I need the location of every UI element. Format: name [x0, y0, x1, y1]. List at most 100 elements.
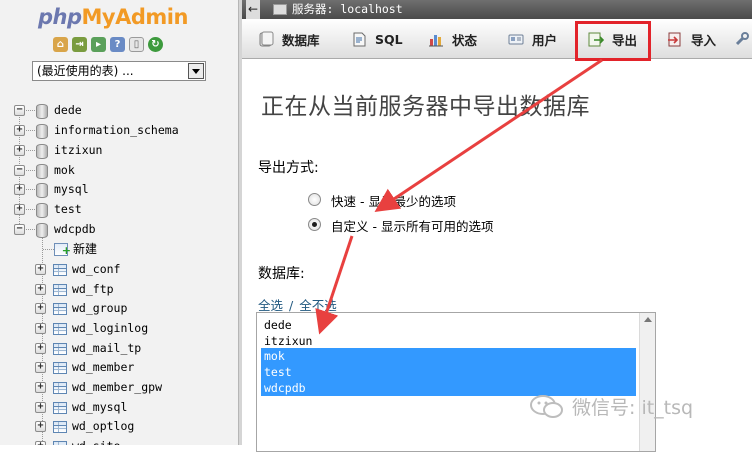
expand-icon[interactable]: + — [35, 441, 46, 445]
radio-custom-label[interactable]: 自定义 - 显示所有可用的选项 — [331, 216, 493, 235]
expand-icon[interactable]: + — [35, 323, 46, 334]
tab-import[interactable]: 导入 — [667, 19, 716, 59]
tab-users[interactable]: 用户 — [508, 19, 557, 59]
expand-icon[interactable]: + — [35, 264, 46, 275]
tab-sql[interactable]: SQL — [351, 19, 403, 59]
tree-table-row[interactable]: + wd_member_gpw — [0, 378, 238, 397]
logout-icon[interactable]: ⇥ — [72, 37, 87, 52]
tree-db-label: mysql — [54, 182, 89, 196]
tree-table-label: wd_group — [72, 301, 128, 315]
tree-db-wdcpdb[interactable]: − wdcpdb — [0, 220, 238, 239]
expand-icon[interactable]: + — [35, 402, 46, 413]
tree-table-label: wd_mysql — [72, 400, 128, 414]
tree-db-mysql[interactable]: + mysql — [0, 180, 238, 199]
radio-quick-label[interactable]: 快速 - 显示最少的选项 — [331, 191, 456, 210]
scroll-up-icon[interactable] — [644, 317, 652, 322]
expand-icon[interactable]: + — [35, 382, 46, 393]
recent-tables-select[interactable]: (最近使用的表) ... — [32, 61, 206, 81]
expand-icon[interactable]: + — [35, 343, 46, 354]
tree-db-label: information_schema — [54, 123, 179, 137]
database-icon — [35, 203, 48, 218]
list-item[interactable]: mok — [261, 348, 636, 364]
tree-table-label: wd_loginlog — [72, 321, 149, 335]
tab-more[interactable] — [734, 19, 752, 59]
list-item[interactable]: itzixun — [261, 333, 636, 349]
table-icon — [53, 402, 67, 414]
tree-db-label: test — [54, 202, 82, 216]
tree-table-row[interactable]: + wd_ftp — [0, 280, 238, 299]
phpmyadmin-logo[interactable]: phpMyAdmin — [38, 4, 188, 30]
back-arrow-icon[interactable]: ← — [246, 0, 260, 19]
tab-export[interactable]: 导出 — [588, 19, 637, 59]
tree-table-row[interactable]: + wd_mysql — [0, 398, 238, 417]
database-section-title: 数据库: — [258, 266, 305, 282]
tree-db-dede[interactable]: − dede — [0, 101, 238, 120]
docs-icon[interactable]: ? — [110, 37, 125, 52]
export-icon — [588, 31, 605, 47]
expand-icon[interactable]: + — [14, 204, 25, 215]
tree-table-label: wd_site — [72, 437, 120, 445]
collapse-icon[interactable]: − — [14, 105, 25, 116]
tab-label: 导出 — [612, 32, 638, 48]
tab-status[interactable]: 状态 — [428, 19, 477, 59]
sql-icon — [351, 31, 367, 47]
expand-icon[interactable]: + — [35, 421, 46, 432]
tab-databases[interactable]: 数据库 — [258, 19, 320, 59]
home-icon[interactable]: ⌂ — [53, 37, 68, 52]
tree-db-test[interactable]: + test — [0, 200, 238, 219]
tree-table-label: wd_optlog — [72, 419, 135, 433]
info-icon[interactable]: ▯ — [129, 37, 144, 52]
database-multiselect[interactable]: dede itzixun mok test wdcpdb — [256, 312, 656, 452]
tree-connector — [26, 229, 35, 230]
tree-table-row[interactable]: + wd_site — [0, 437, 238, 445]
main-tabs: 数据库 SQL 状态 用户 导出 导入 — [242, 19, 752, 59]
tree-table-row[interactable]: + wd_loginlog — [0, 319, 238, 338]
radio-quick[interactable] — [308, 193, 321, 206]
tree-connector — [43, 249, 54, 250]
import-icon — [667, 31, 683, 47]
select-all-link[interactable]: 全选 — [258, 298, 283, 313]
table-icon — [53, 284, 67, 296]
tree-table-row[interactable]: + wd_group — [0, 299, 238, 318]
table-icon — [53, 362, 67, 374]
database-icon — [35, 223, 48, 238]
navigation-panel: phpMyAdmin ⌂ ⇥ ▸ ? ▯ ↻ (最近使用的表) ... − de… — [0, 0, 238, 445]
list-scrollbar[interactable] — [639, 313, 655, 451]
query-window-icon[interactable]: ▸ — [91, 37, 106, 52]
collapse-icon[interactable]: − — [14, 224, 25, 235]
tree-table-row[interactable]: + wd_member — [0, 358, 238, 377]
tree-table-row[interactable]: + wd_conf — [0, 260, 238, 279]
tab-label: SQL — [375, 31, 403, 47]
tab-label: 用户 — [532, 32, 558, 48]
expand-icon[interactable]: + — [35, 303, 46, 314]
select-none-link[interactable]: 全不选 — [299, 298, 337, 313]
reload-icon[interactable]: ↻ — [148, 37, 163, 52]
collapse-icon[interactable]: − — [14, 165, 25, 176]
list-item[interactable]: dede — [261, 317, 636, 333]
expand-icon[interactable]: + — [14, 125, 25, 136]
server-label[interactable]: 服务器: localhost — [292, 0, 403, 19]
list-item[interactable]: test — [261, 364, 636, 380]
tree-table-row[interactable]: + wd_mail_tp — [0, 339, 238, 358]
tree-db-label: dede — [54, 103, 82, 117]
expand-icon[interactable]: + — [14, 184, 25, 195]
tree-db-label: mok — [54, 163, 75, 177]
tree-db-information-schema[interactable]: + information_schema — [0, 121, 238, 140]
tree-db-mok[interactable]: − mok — [0, 161, 238, 180]
expand-icon[interactable]: + — [35, 362, 46, 373]
tree-new-table[interactable]: 新建 — [0, 240, 238, 260]
tree-table-row[interactable]: + wd_optlog — [0, 417, 238, 436]
tree-connector — [26, 130, 35, 131]
chevron-down-icon[interactable] — [188, 63, 204, 79]
page-title: 正在从当前服务器中导出数据库 — [261, 94, 590, 120]
tree-db-itzixun[interactable]: + itzixun — [0, 141, 238, 160]
panel-divider[interactable] — [238, 0, 242, 445]
tree-connector — [26, 209, 35, 210]
expand-icon[interactable]: + — [35, 284, 46, 295]
wrench-icon — [734, 31, 750, 47]
database-icon — [35, 104, 48, 119]
expand-icon[interactable]: + — [14, 145, 25, 156]
radio-custom[interactable] — [308, 218, 321, 231]
tree-connector — [26, 150, 35, 151]
new-table-icon — [54, 241, 71, 260]
